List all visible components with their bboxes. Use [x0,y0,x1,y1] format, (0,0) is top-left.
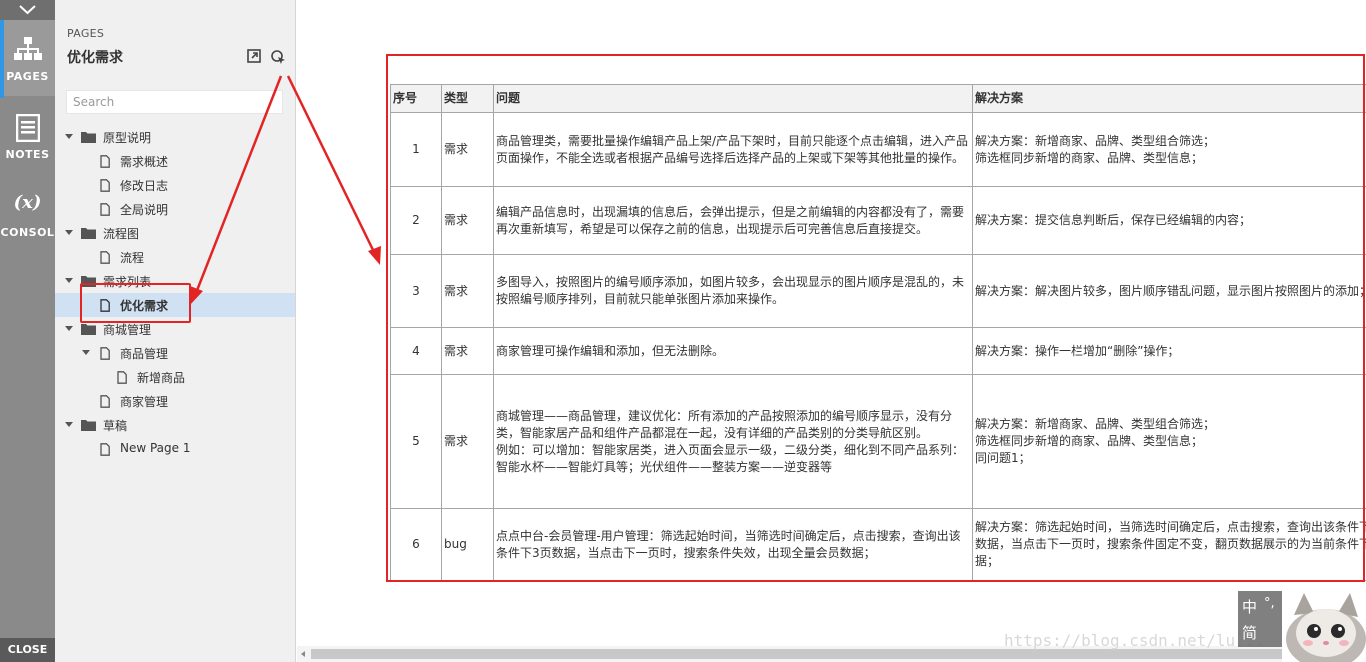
pages-tab-label: PAGES [6,70,49,83]
page-icon [100,395,110,408]
variable-icon: (x) [13,192,42,213]
annotation-highlight-table [386,54,1365,582]
hotspot-toggle-icon[interactable] [270,49,286,65]
tree-label: 原型说明 [103,131,152,145]
caret-down-icon[interactable] [65,422,73,427]
folder-icon [81,228,96,239]
tree-page-global-notes[interactable]: 全局说明 [55,197,295,221]
tree-page-new-page-1[interactable]: New Page 1 [55,437,295,461]
close-sidebar-button[interactable]: CLOSE [0,638,55,662]
active-tab-indicator [0,20,4,98]
caret-down-icon[interactable] [65,326,73,331]
caret-down-icon[interactable] [82,350,90,355]
tree-page-add-product[interactable]: 新增商品 [55,365,295,389]
tree-label: 需求概述 [120,155,169,169]
blog-watermark: https://blog.csdn.net/lu... [1004,631,1265,650]
folder-icon [81,132,96,143]
tree-page-overview[interactable]: 需求概述 [55,149,295,173]
pages-panel: PAGES 优化需求 原型说明 需求概述 修改日志 [55,0,296,662]
folder-icon [81,324,96,335]
page-search-input[interactable] [66,90,283,114]
tree-folder-drafts[interactable]: 草稿 [55,413,295,437]
cat-mascot-icon [1282,591,1366,662]
notes-icon [16,114,40,142]
tree-page-product-management[interactable]: 商品管理 [55,341,295,365]
tree-label: 全局说明 [120,203,169,217]
page-icon [100,443,110,456]
tree-page-merchant-management[interactable]: 商家管理 [55,389,295,413]
caret-down-icon[interactable] [65,134,73,139]
ime-punctuation[interactable]: °, [1264,596,1275,611]
tree-label: 流程 [120,251,145,265]
current-page-title: 优化需求 [67,50,123,66]
tree-page-changelog[interactable]: 修改日志 [55,173,295,197]
collapse-toggle[interactable] [0,0,55,20]
page-icon [100,203,110,216]
tree-label: 商城管理 [103,323,152,337]
scroll-left-icon[interactable] [301,651,305,657]
caret-down-icon[interactable] [65,278,73,283]
chevron-down-icon [19,5,36,15]
tree-folder-prototype-notes[interactable]: 原型说明 [55,125,295,149]
console-tab[interactable]: (x) CONSOL [0,176,55,252]
left-icon-rail: PAGES NOTES (x) CONSOL CLOSE [0,0,55,662]
tree-label: 修改日志 [120,179,169,193]
annotation-highlight-page [80,283,191,323]
tree-label: 草稿 [103,419,128,433]
notes-tab-label: NOTES [5,148,50,161]
open-in-new-window-icon[interactable] [247,49,261,63]
page-icon [100,179,110,192]
ime-simplified[interactable]: 简 [1242,622,1257,643]
page-icon [100,251,110,264]
sitemap-icon [14,37,42,60]
folder-icon [81,420,96,431]
tree-page-flow[interactable]: 流程 [55,245,295,269]
tree-label: 商品管理 [120,347,169,361]
tree-folder-flowchart[interactable]: 流程图 [55,221,295,245]
ime-floating-widget[interactable]: 中 °, 简 [1238,591,1366,662]
scrollbar-thumb[interactable] [311,649,1351,659]
ime-mode-chinese[interactable]: 中 [1242,596,1257,617]
page-icon [100,155,110,168]
pages-tab[interactable]: PAGES [0,20,55,98]
tree-label: 商家管理 [120,395,169,409]
panel-kicker: PAGES [67,27,105,40]
tree-label: 新增商品 [137,371,186,385]
notes-tab[interactable]: NOTES [0,98,55,174]
axure-preview-app: PAGES NOTES (x) CONSOL CLOSE PAGES 优化需求 [0,0,1366,662]
tree-label: New Page 1 [120,441,191,455]
tree-label: 流程图 [103,227,140,241]
console-tab-label: CONSOL [0,226,55,239]
page-icon [100,347,110,360]
ime-toolbar[interactable]: 中 °, 简 [1238,591,1286,647]
page-icon [117,371,127,384]
caret-down-icon[interactable] [65,230,73,235]
